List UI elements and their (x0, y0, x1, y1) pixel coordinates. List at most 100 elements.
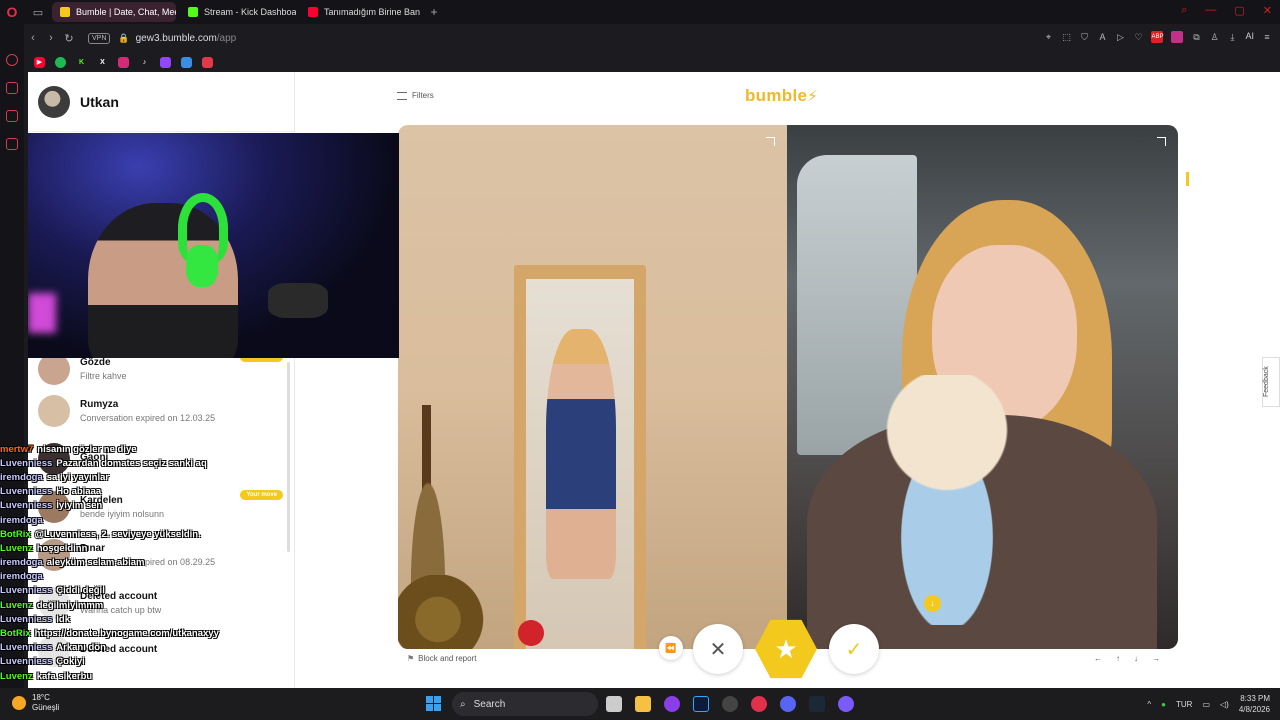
expand-icon[interactable] (1157, 137, 1166, 146)
download-icon[interactable]: ⤓ (1227, 31, 1237, 43)
conversation-item[interactable]: Rumyza Conversation expired on 12.03.25 (28, 386, 295, 436)
chat-message: Idk (56, 613, 71, 625)
chat-username: iremdoga (0, 471, 43, 483)
webcam-overlay (28, 133, 399, 358)
maximize-icon[interactable]: ▢ (1234, 4, 1244, 17)
network-icon[interactable]: ▭ (1202, 700, 1210, 709)
backtrack-button[interactable]: ⏪ (659, 636, 683, 660)
vpn-badge[interactable]: VPN (88, 32, 111, 44)
bookmark-blue-icon[interactable] (181, 56, 192, 68)
ai-button[interactable]: AI (1245, 31, 1254, 43)
profile-photo-car[interactable] (787, 125, 1178, 649)
folder-icon[interactable] (635, 696, 651, 712)
translate-icon[interactable]: A (1097, 31, 1107, 43)
scroll-down-icon[interactable]: ↓ (924, 595, 941, 612)
opera-icon[interactable] (751, 696, 767, 712)
tiktok-bookmark-icon[interactable]: ♪ (139, 57, 150, 68)
conversation-name: Rumyza (80, 399, 119, 410)
tab-label: Tanımadığım Birine Banka (324, 7, 420, 17)
app-violet-icon[interactable] (838, 696, 854, 712)
block-and-report-link[interactable]: ⚑ Block and report (407, 654, 476, 663)
chat-message: Çokiyi (56, 656, 85, 668)
superswipe-button[interactable]: ★ (755, 619, 817, 679)
play-icon[interactable]: ▷ (1115, 31, 1125, 43)
close-icon[interactable]: ✕ (1263, 4, 1272, 17)
file-icon[interactable] (606, 696, 622, 712)
tab-youtube[interactable]: Tanımadığım Birine Banka (300, 2, 420, 22)
tab-menu-icon[interactable]: ▭ (24, 0, 52, 24)
heart-icon[interactable]: ♡ (1133, 31, 1143, 43)
kick-bookmark-icon[interactable]: K (76, 56, 87, 68)
pin-icon[interactable]: ⌖ (1043, 31, 1053, 43)
chat-message: sa iyi yayınlar (46, 471, 110, 483)
steam-icon[interactable] (809, 696, 825, 712)
chevron-up-icon[interactable]: ^ (1147, 700, 1151, 709)
profile-icon[interactable]: ♙ (1209, 31, 1219, 43)
puzzle-icon[interactable]: ⧉ (1191, 31, 1201, 43)
conversation-preview: Filtre kahve (80, 371, 127, 381)
profile-photo-mirror[interactable] (398, 125, 787, 649)
weather-city: Güneşli (32, 703, 60, 712)
chat-message: aleyküm selam abiam (46, 557, 145, 569)
chat-username: BotRix (0, 628, 31, 640)
x-bookmark-icon[interactable]: X (97, 57, 108, 68)
tab-label: Bumble | Date, Chat, Meet (76, 7, 176, 17)
workspace-icon[interactable] (6, 82, 18, 94)
adblock-icon[interactable]: ABP (1151, 31, 1164, 43)
windows-start-icon[interactable] (426, 696, 441, 711)
spotify-bookmark-icon[interactable] (55, 56, 66, 68)
profile-card[interactable] (398, 125, 1178, 649)
feedback-tab[interactable]: Feedback (1262, 357, 1280, 407)
chat-username: Luvenz (0, 599, 33, 611)
back-icon[interactable]: ‹ (24, 32, 42, 44)
mirror-glass (526, 279, 634, 649)
avatar[interactable] (38, 85, 70, 118)
shield-icon[interactable]: ⛉ (1079, 31, 1089, 43)
discord-icon[interactable] (780, 696, 796, 712)
twitch-bookmark-icon[interactable] (160, 56, 171, 68)
encounters-panel: Filters bumble⚡ ↓ ⏪ ✕ ★ ✓ ⚑ Block and re… (296, 72, 1280, 688)
snapshot-icon[interactable]: ⬚ (1061, 31, 1071, 43)
pass-button[interactable]: ✕ (693, 624, 743, 674)
instagram-bookmark-icon[interactable] (118, 56, 129, 68)
weather-widget[interactable]: 18°C Güneşli (12, 693, 59, 713)
chat-line: Luvenz değilmiyimmm (0, 598, 290, 612)
tab-kick-dashboard[interactable]: Stream - Kick Dashboard (180, 2, 296, 22)
chat-username: Luvenniess (0, 457, 53, 469)
menu-icon[interactable]: ≡ (1262, 31, 1272, 43)
volume-icon[interactable]: ◁) (1220, 700, 1229, 709)
url-field[interactable]: gew3.bumble.com/app (136, 33, 237, 44)
taskbar-apps (606, 696, 854, 712)
chat-username: Luvenniess (0, 656, 53, 668)
minimize-icon[interactable]: — (1205, 4, 1216, 17)
extension-pink-icon[interactable] (1171, 31, 1184, 43)
tab-bumble[interactable]: Bumble | Date, Chat, Meet (52, 2, 176, 22)
search-tabs-icon[interactable]: ⌕ (1181, 4, 1187, 17)
opera-logo-icon[interactable]: O (0, 0, 24, 24)
reload-icon[interactable]: ↻ (60, 32, 78, 45)
bookmark-red-icon[interactable] (202, 56, 213, 68)
bumble-logo[interactable]: bumble⚡ (745, 86, 818, 106)
expand-icon[interactable] (766, 137, 775, 146)
photoshop-icon[interactable] (693, 696, 709, 712)
clock[interactable]: 8:33 PM 4/8/2026 (1239, 693, 1270, 715)
taskbar-search[interactable]: ⌕ Search (452, 692, 598, 716)
new-tab-button[interactable]: + (424, 5, 444, 19)
messenger-icon[interactable] (6, 110, 18, 122)
aria-icon[interactable] (6, 54, 18, 66)
down-arrow-hint: ↓ (1134, 654, 1138, 663)
chat-username: iremdoga (0, 514, 43, 526)
mirror-image (514, 265, 646, 649)
input-language[interactable]: TUR (1176, 700, 1192, 709)
microphone-icon[interactable]: ● (1161, 700, 1166, 709)
obs-icon[interactable] (722, 696, 738, 712)
music-icon[interactable] (6, 138, 18, 150)
forward-icon[interactable]: › (42, 32, 60, 44)
filters-button[interactable]: Filters (397, 91, 434, 100)
profile-header[interactable]: Utkan (28, 72, 294, 132)
app-purple-icon[interactable] (664, 696, 680, 712)
like-button[interactable]: ✓ (829, 624, 879, 674)
youtube-bookmark-icon[interactable]: ▶ (34, 56, 45, 68)
chat-message: kafa sikerbu (36, 670, 93, 682)
lock-icon[interactable]: 🔒 (118, 33, 129, 44)
